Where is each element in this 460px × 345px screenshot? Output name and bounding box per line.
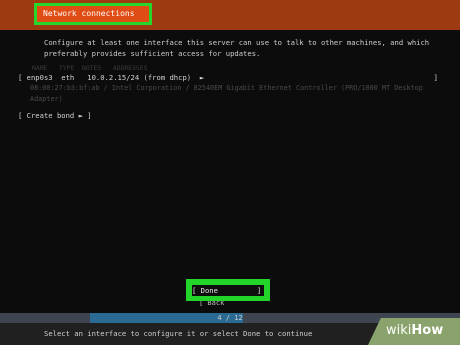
row-left-bracket: [ bbox=[18, 73, 23, 82]
wikihow-watermark: wikiHow bbox=[368, 318, 460, 345]
header-bar: Network connections bbox=[0, 0, 460, 30]
col-type: TYPE bbox=[58, 64, 75, 72]
hardware-description: 08:00:27:b3:bf:ab / Intel Corporation / … bbox=[30, 84, 423, 103]
col-notes: NOTES bbox=[82, 64, 102, 72]
intro-text: Configure at least one interface this se… bbox=[44, 38, 430, 58]
interface-row-enp0s3[interactable]: [ enp0s3 eth 10.0.2.15/24 (from dhcp) ►] bbox=[18, 72, 438, 83]
table-column-headers: NAME TYPE NOTES ADDRESSES bbox=[32, 64, 147, 72]
interface-name: enp0s3 bbox=[26, 73, 53, 82]
row-right-bracket: ] bbox=[433, 73, 438, 82]
col-addresses: ADDRESSES bbox=[112, 64, 148, 72]
interface-type: eth bbox=[61, 73, 75, 82]
back-button[interactable]: [ Back ] bbox=[199, 301, 259, 307]
submenu-arrow-icon: ► bbox=[199, 73, 205, 82]
col-name: NAME bbox=[32, 64, 48, 72]
create-bond-button[interactable]: [ Create bond ► ] bbox=[18, 111, 92, 120]
interface-address: 10.0.2.15/24 (from dhcp) bbox=[87, 73, 192, 82]
done-button[interactable]: [ Done ] bbox=[192, 285, 264, 296]
page-title: Network connections bbox=[34, 3, 152, 25]
watermark-logo: wikiHow bbox=[386, 323, 444, 338]
done-highlight: [ Done ] bbox=[186, 279, 270, 301]
